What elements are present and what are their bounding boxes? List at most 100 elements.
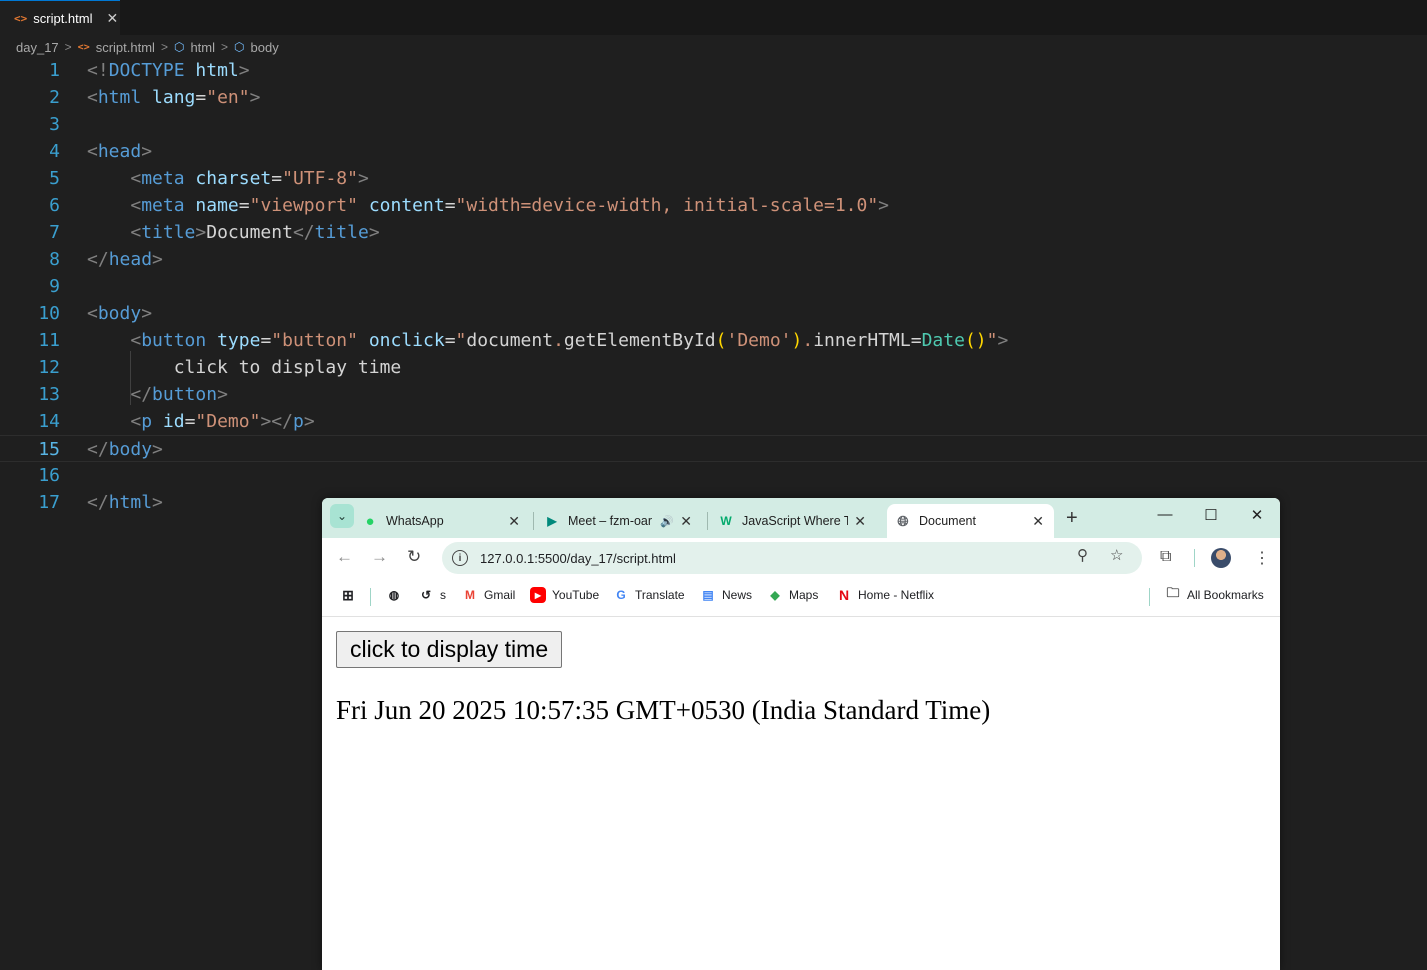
browser-tab-w3schools[interactable]: W JavaScript Where To ✕ [718,504,876,538]
code-token: html [195,60,239,81]
globe-icon: 🌐︎ [897,512,909,529]
code-token: title [314,222,369,243]
editor-tab-label: script.html [33,10,93,26]
bookmark-translate[interactable]: G Translate [613,587,684,603]
code-token: type [217,330,261,351]
maximize-button[interactable]: ☐ [1199,506,1223,524]
display-time-button[interactable]: click to display time [336,631,563,668]
browser-tab-whatsapp[interactable]: ● WhatsApp ✕ [362,504,530,538]
close-tab-icon[interactable]: ✕ [680,513,692,530]
forward-arrow-icon[interactable]: → [371,547,388,567]
code-token: . [802,330,814,351]
apps-grid-icon[interactable]: ⊞ [340,587,362,603]
code-token: </ [87,492,109,513]
browser-tab-meet[interactable]: ▶ Meet – fzm-oar 🔊 ✕ [544,504,702,538]
kebab-menu-icon[interactable]: ⋮ [1254,548,1270,568]
code-line[interactable]: 6 <meta name="viewport" content="width=d… [0,192,1427,219]
globe-icon: ◍ [388,588,400,602]
code-line[interactable]: 12 click to display time [0,354,1427,381]
code-token: > [217,384,228,405]
bookmark-maps[interactable]: ◆ Maps [767,587,818,603]
code-line[interactable]: 11 <button type="button" onclick="docume… [0,327,1427,354]
code-line[interactable]: 10 <body> [0,300,1427,327]
code-token: title [141,222,196,243]
bookmark-history[interactable]: ↺ s [418,587,446,603]
news-icon: ▤ [702,588,714,602]
all-bookmarks-label: All Bookmarks [1187,588,1264,602]
breadcrumb-file[interactable]: script.html [96,40,155,55]
code-line[interactable]: 4 <head> [0,138,1427,165]
code-editor[interactable]: 1 <!DOCTYPE html> 2 <html lang="en"> 3 4 <head… [0,57,1427,516]
zoom-icon[interactable]: ⚲ [1077,546,1088,564]
breadcrumb-html[interactable]: html [190,40,215,55]
code-token: < [130,330,142,351]
code-line[interactable]: 16 [0,462,1427,489]
code-text: click to display time [87,354,402,381]
line-number: 17 [38,492,60,513]
code-token: = [444,195,456,216]
back-arrow-icon[interactable]: ← [336,547,353,567]
window-close-button[interactable]: ✕ [1245,506,1269,524]
code-line[interactable]: 2 <html lang="en"> [0,84,1427,111]
chevron-right-icon: > [221,40,229,54]
code-token: </ [292,222,315,243]
code-token: = [260,330,272,351]
code-line[interactable]: 8 </head> [0,246,1427,273]
code-line[interactable]: 3 [0,111,1427,138]
bookmark-netflix[interactable]: N Home - Netflix [836,587,934,603]
whatsapp-icon: ● [365,512,375,530]
tab-search-chevron-icon[interactable]: ⌄ [330,504,354,528]
bookmark-news[interactable]: ▤ News [700,587,752,603]
profile-avatar[interactable] [1211,548,1231,568]
close-tab-icon[interactable]: ✕ [854,513,866,530]
chevron-right-icon: > [64,40,72,54]
code-line[interactable]: 1 <!DOCTYPE html> [0,57,1427,84]
code-text: <head> [87,138,152,165]
globe-bookmark[interactable]: ◍ [386,587,408,603]
site-info-icon[interactable]: i [452,550,468,566]
code-token: onclick [368,330,445,351]
line-number: 16 [38,465,60,486]
code-line[interactable]: 13 </button> [0,381,1427,408]
close-tab-icon[interactable]: ✕ [1032,513,1044,530]
breadcrumb-body[interactable]: body [251,40,279,55]
bookmark-youtube[interactable]: ▶ YouTube [530,587,599,603]
breadcrumb: day_17 > <> script.html > ⬡ html > ⬡ bod… [16,38,279,56]
browser-tab-document[interactable]: 🌐︎ Document ✕ [887,504,1054,538]
code-line[interactable]: 5 <meta charset="UTF-8"> [0,165,1427,192]
code-line[interactable]: 9 [0,273,1427,300]
code-line[interactable]: 15 </body> [0,435,1427,462]
address-bar[interactable]: i 127.0.0.1:5500/day_17/script.html [442,542,1142,574]
code-token: <! [87,60,109,81]
url-text[interactable]: 127.0.0.1:5500/day_17/script.html [480,551,676,566]
code-text: </html> [87,489,163,516]
code-text: <button type="button" onclick="document.… [87,327,1008,354]
code-token: > [303,411,315,432]
code-token: > [141,141,153,162]
code-token: button [152,384,218,405]
code-token: < [87,141,98,162]
code-line[interactable]: 7 <title>Document</title> [0,219,1427,246]
reload-icon[interactable]: ↻ [407,547,421,567]
extensions-puzzle-icon[interactable]: ⧉ [1160,548,1171,566]
bookmark-star-icon[interactable]: ☆ [1110,546,1123,564]
code-line[interactable]: 14 <p id="Demo"></p> [0,408,1427,435]
code-token: > [195,222,207,243]
code-text: <meta name="viewport" content="width=dev… [87,192,889,219]
date-output: Fri Jun 20 2025 10:57:35 GMT+0530 (India… [336,695,991,725]
code-token: button [141,330,207,351]
close-tab-icon[interactable]: ✕ [508,513,520,530]
breadcrumb-folder[interactable]: day_17 [16,40,59,55]
editor-tab-script-html[interactable]: <> script.html ✕ [0,0,120,35]
close-icon[interactable]: ✕ [106,10,118,27]
bookmark-gmail[interactable]: M Gmail [462,587,515,603]
new-tab-button[interactable]: + [1066,507,1078,530]
speaker-icon[interactable]: 🔊 [660,515,674,528]
minimize-button[interactable]: — [1153,506,1177,523]
code-token: </ [130,384,153,405]
code-token: DOCTYPE [108,60,185,81]
all-bookmarks-button[interactable]: 🗀︎ All Bookmarks [1165,585,1264,603]
